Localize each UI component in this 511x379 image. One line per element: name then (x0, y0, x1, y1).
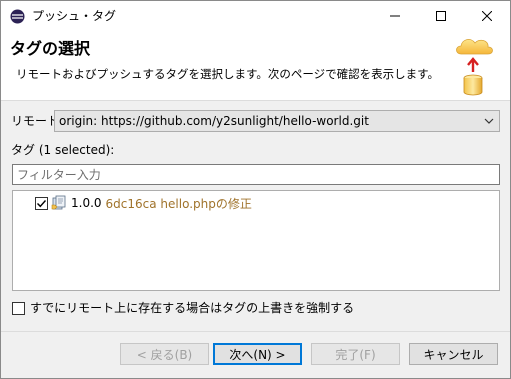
eclipse-icon (10, 9, 25, 24)
checkmark-icon (37, 199, 47, 207)
chevron-down-icon (484, 118, 494, 124)
title-bar: プッシュ・タグ (1, 1, 510, 31)
maximize-button[interactable] (418, 1, 464, 31)
page-description: リモートおよびプッシュするタグを選択します。次のページで確認を表示します。 (16, 67, 439, 81)
tag-commit: 6dc16ca hello.phpの修正 (105, 196, 252, 211)
force-overwrite-option[interactable]: すでにリモート上に存在する場合はタグの上書きを強制する (12, 301, 354, 316)
minimize-icon (390, 15, 400, 17)
minimize-button[interactable] (372, 1, 418, 31)
tag-name: 1.0.0 (71, 196, 102, 210)
maximize-icon (436, 11, 446, 21)
tags-label: タグ (1 selected): (11, 143, 115, 157)
tag-list: 1.0.0 6dc16ca hello.phpの修正 (12, 190, 500, 291)
window-title: プッシュ・タグ (32, 9, 117, 23)
wizard-header: タグの選択 リモートおよびプッシュするタグを選択します。次のページで確認を表示し… (1, 31, 510, 101)
push-to-cloud-icon (456, 39, 493, 96)
remote-select-value: origin: https://github.com/y2sunlight/he… (59, 114, 369, 128)
filter-input[interactable] (12, 164, 500, 185)
close-button[interactable] (464, 1, 510, 31)
divider (1, 331, 510, 332)
list-item[interactable]: 1.0.0 6dc16ca hello.phpの修正 (35, 194, 252, 212)
cancel-button[interactable]: キャンセル (409, 343, 498, 365)
tag-checkbox[interactable] (35, 196, 48, 210)
force-overwrite-checkbox[interactable] (12, 302, 25, 315)
finish-button[interactable]: 完了(F) (311, 343, 400, 365)
page-title: タグの選択 (10, 39, 91, 58)
close-icon (482, 11, 492, 21)
remote-select[interactable]: origin: https://github.com/y2sunlight/he… (54, 110, 500, 132)
push-tags-dialog: プッシュ・タグ タグの選択 リモートおよびプッシュするタグを選択します。次のペー… (0, 0, 511, 379)
tag-icon (51, 195, 66, 210)
next-button[interactable]: 次へ(N) > (213, 343, 302, 365)
force-overwrite-label: すでにリモート上に存在する場合はタグの上書きを強制する (30, 301, 355, 315)
back-button[interactable]: < 戻る(B) (120, 343, 209, 365)
